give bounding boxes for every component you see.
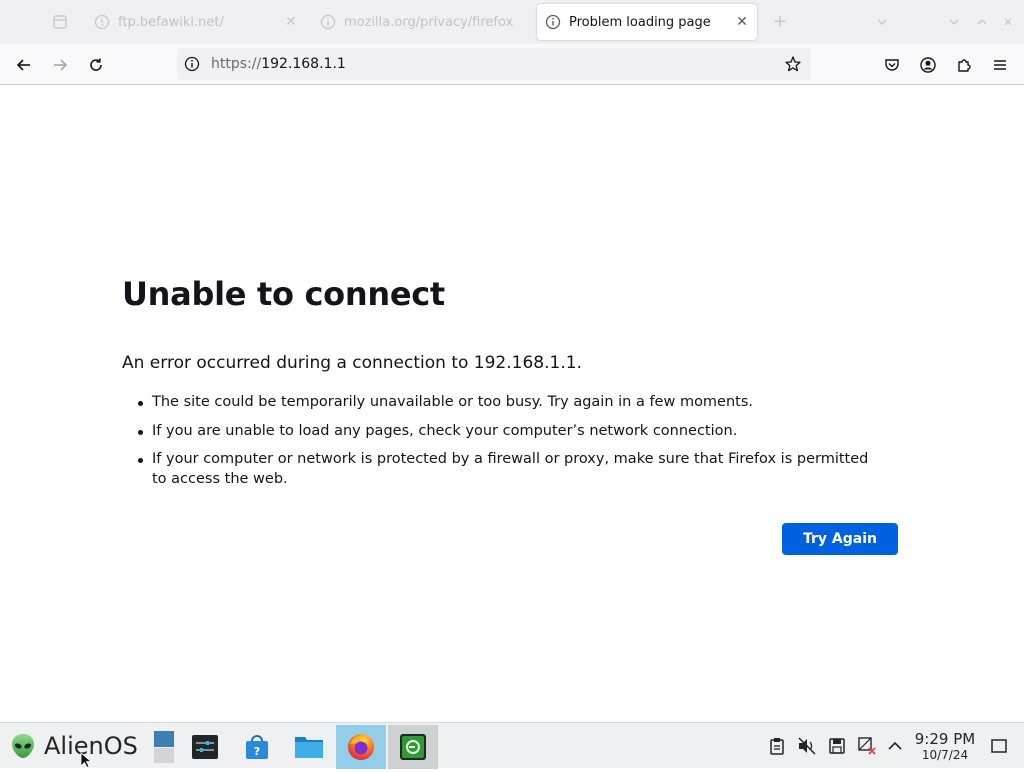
new-tab-button[interactable]: +: [770, 12, 790, 32]
info-icon: [320, 14, 336, 30]
list-item: If you are unable to load any pages, che…: [137, 422, 877, 442]
firefox-icon: [348, 734, 374, 760]
site-info-icon[interactable]: [177, 49, 207, 79]
software-store-icon: ?: [246, 735, 268, 759]
storage-icon: [829, 738, 845, 754]
file-manager-button[interactable]: [284, 725, 334, 769]
file-manager-icon: [295, 737, 323, 758]
desktop-switcher-icon: [154, 731, 174, 763]
clipboard-icon: [770, 738, 784, 755]
firefox-view-icon: [53, 15, 67, 29]
close-window-button[interactable]: ✕: [998, 12, 1018, 32]
firefox-task-button[interactable]: [336, 725, 386, 769]
desktop-switcher-button[interactable]: [150, 725, 178, 769]
clock-date: 10/7/24: [921, 748, 969, 762]
error-page: Unable to connect An error occurred duri…: [0, 85, 1024, 722]
tab-label: ftp.befawiki.net/: [118, 14, 224, 30]
bookmark-star-icon[interactable]: [779, 50, 807, 78]
extensions-button[interactable]: [949, 50, 979, 80]
storage-tray-button[interactable]: [826, 735, 848, 757]
try-again-button[interactable]: Try Again: [782, 523, 898, 555]
clock[interactable]: 9:29 PM 10/7/24: [912, 730, 978, 763]
account-icon: [920, 57, 936, 73]
close-tab-icon[interactable]: ✕: [733, 13, 751, 31]
chevron-up-icon: [888, 741, 902, 750]
error-description: An error occurred during a connection to…: [122, 353, 582, 373]
network-disconnected-icon: [858, 737, 876, 755]
clipboard-tray-button[interactable]: [766, 735, 788, 757]
url-text[interactable]: https://192.168.1.1: [211, 56, 346, 72]
tab-label: Problem loading page: [569, 14, 711, 30]
url-host: 192.168.1.1: [261, 56, 346, 72]
tab-strip: ftp.befawiki.net/ ✕ mozilla.org/privacy/…: [0, 0, 1024, 44]
mouse-cursor-icon: [80, 752, 93, 772]
reload-icon: [90, 58, 102, 71]
list-all-tabs-button[interactable]: [872, 12, 892, 32]
close-icon: ✕: [1002, 15, 1014, 29]
start-menu-button[interactable]: AlienOS: [10, 729, 138, 763]
minimize-button[interactable]: [944, 12, 964, 32]
clock-time: 9:29 PM: [914, 730, 976, 748]
arrow-right-icon: [54, 59, 68, 71]
navigation-toolbar: https://192.168.1.1: [0, 44, 1024, 85]
list-item: The site could be temporarily unavailabl…: [137, 393, 877, 413]
arrow-left-icon: [16, 59, 30, 71]
error-suggestions-list: The site could be temporarily unavailabl…: [137, 393, 877, 498]
volume-tray-button[interactable]: [796, 735, 818, 757]
chevron-down-icon: [949, 19, 959, 25]
pocket-button[interactable]: [877, 50, 907, 80]
taskbar: AlienOS ? 9:29 PM 10/7/24: [0, 722, 1024, 769]
reload-button[interactable]: [81, 50, 111, 80]
expand-tray-button[interactable]: [884, 735, 906, 757]
firefox-view-button[interactable]: [40, 0, 80, 44]
plus-icon: +: [772, 11, 788, 32]
back-button[interactable]: [9, 50, 39, 80]
url-scheme: https://: [211, 56, 262, 72]
tab-mozilla-privacy[interactable]: mozilla.org/privacy/firefox/: [312, 4, 528, 40]
tab-label: mozilla.org/privacy/firefox/: [344, 14, 514, 30]
network-tray-button[interactable]: [856, 735, 878, 757]
svg-text:?: ?: [254, 745, 260, 758]
alien-logo-icon: [12, 734, 34, 758]
maximize-button[interactable]: [972, 12, 992, 32]
tab-problem-loading[interactable]: Problem loading page ✕: [537, 4, 757, 40]
globe-icon: [94, 14, 110, 30]
system-settings-button[interactable]: [180, 725, 230, 769]
info-icon: [545, 14, 561, 30]
terminal-task-button[interactable]: [388, 725, 438, 769]
volume-muted-icon: [798, 737, 816, 755]
chevron-up-icon: [977, 19, 987, 25]
pocket-icon: [885, 59, 899, 71]
url-bar[interactable]: https://192.168.1.1: [177, 48, 811, 80]
system-settings-icon: [192, 735, 218, 759]
hamburger-menu-icon: [994, 60, 1006, 70]
software-store-button[interactable]: ?: [232, 725, 282, 769]
list-item: If your computer or network is protected…: [137, 450, 877, 489]
error-title: Unable to connect: [122, 275, 445, 313]
forward-button[interactable]: [45, 50, 75, 80]
close-tab-icon[interactable]: ✕: [282, 13, 300, 31]
chevron-down-icon: [877, 19, 887, 25]
tab-ftp-befawiki[interactable]: ftp.befawiki.net/ ✕: [86, 4, 306, 40]
show-desktop-icon: [991, 739, 1007, 753]
terminal-icon: [400, 734, 426, 760]
menu-button[interactable]: [985, 50, 1015, 80]
show-desktop-button[interactable]: [988, 735, 1010, 757]
account-button[interactable]: [913, 50, 943, 80]
puzzle-icon: [958, 59, 971, 72]
